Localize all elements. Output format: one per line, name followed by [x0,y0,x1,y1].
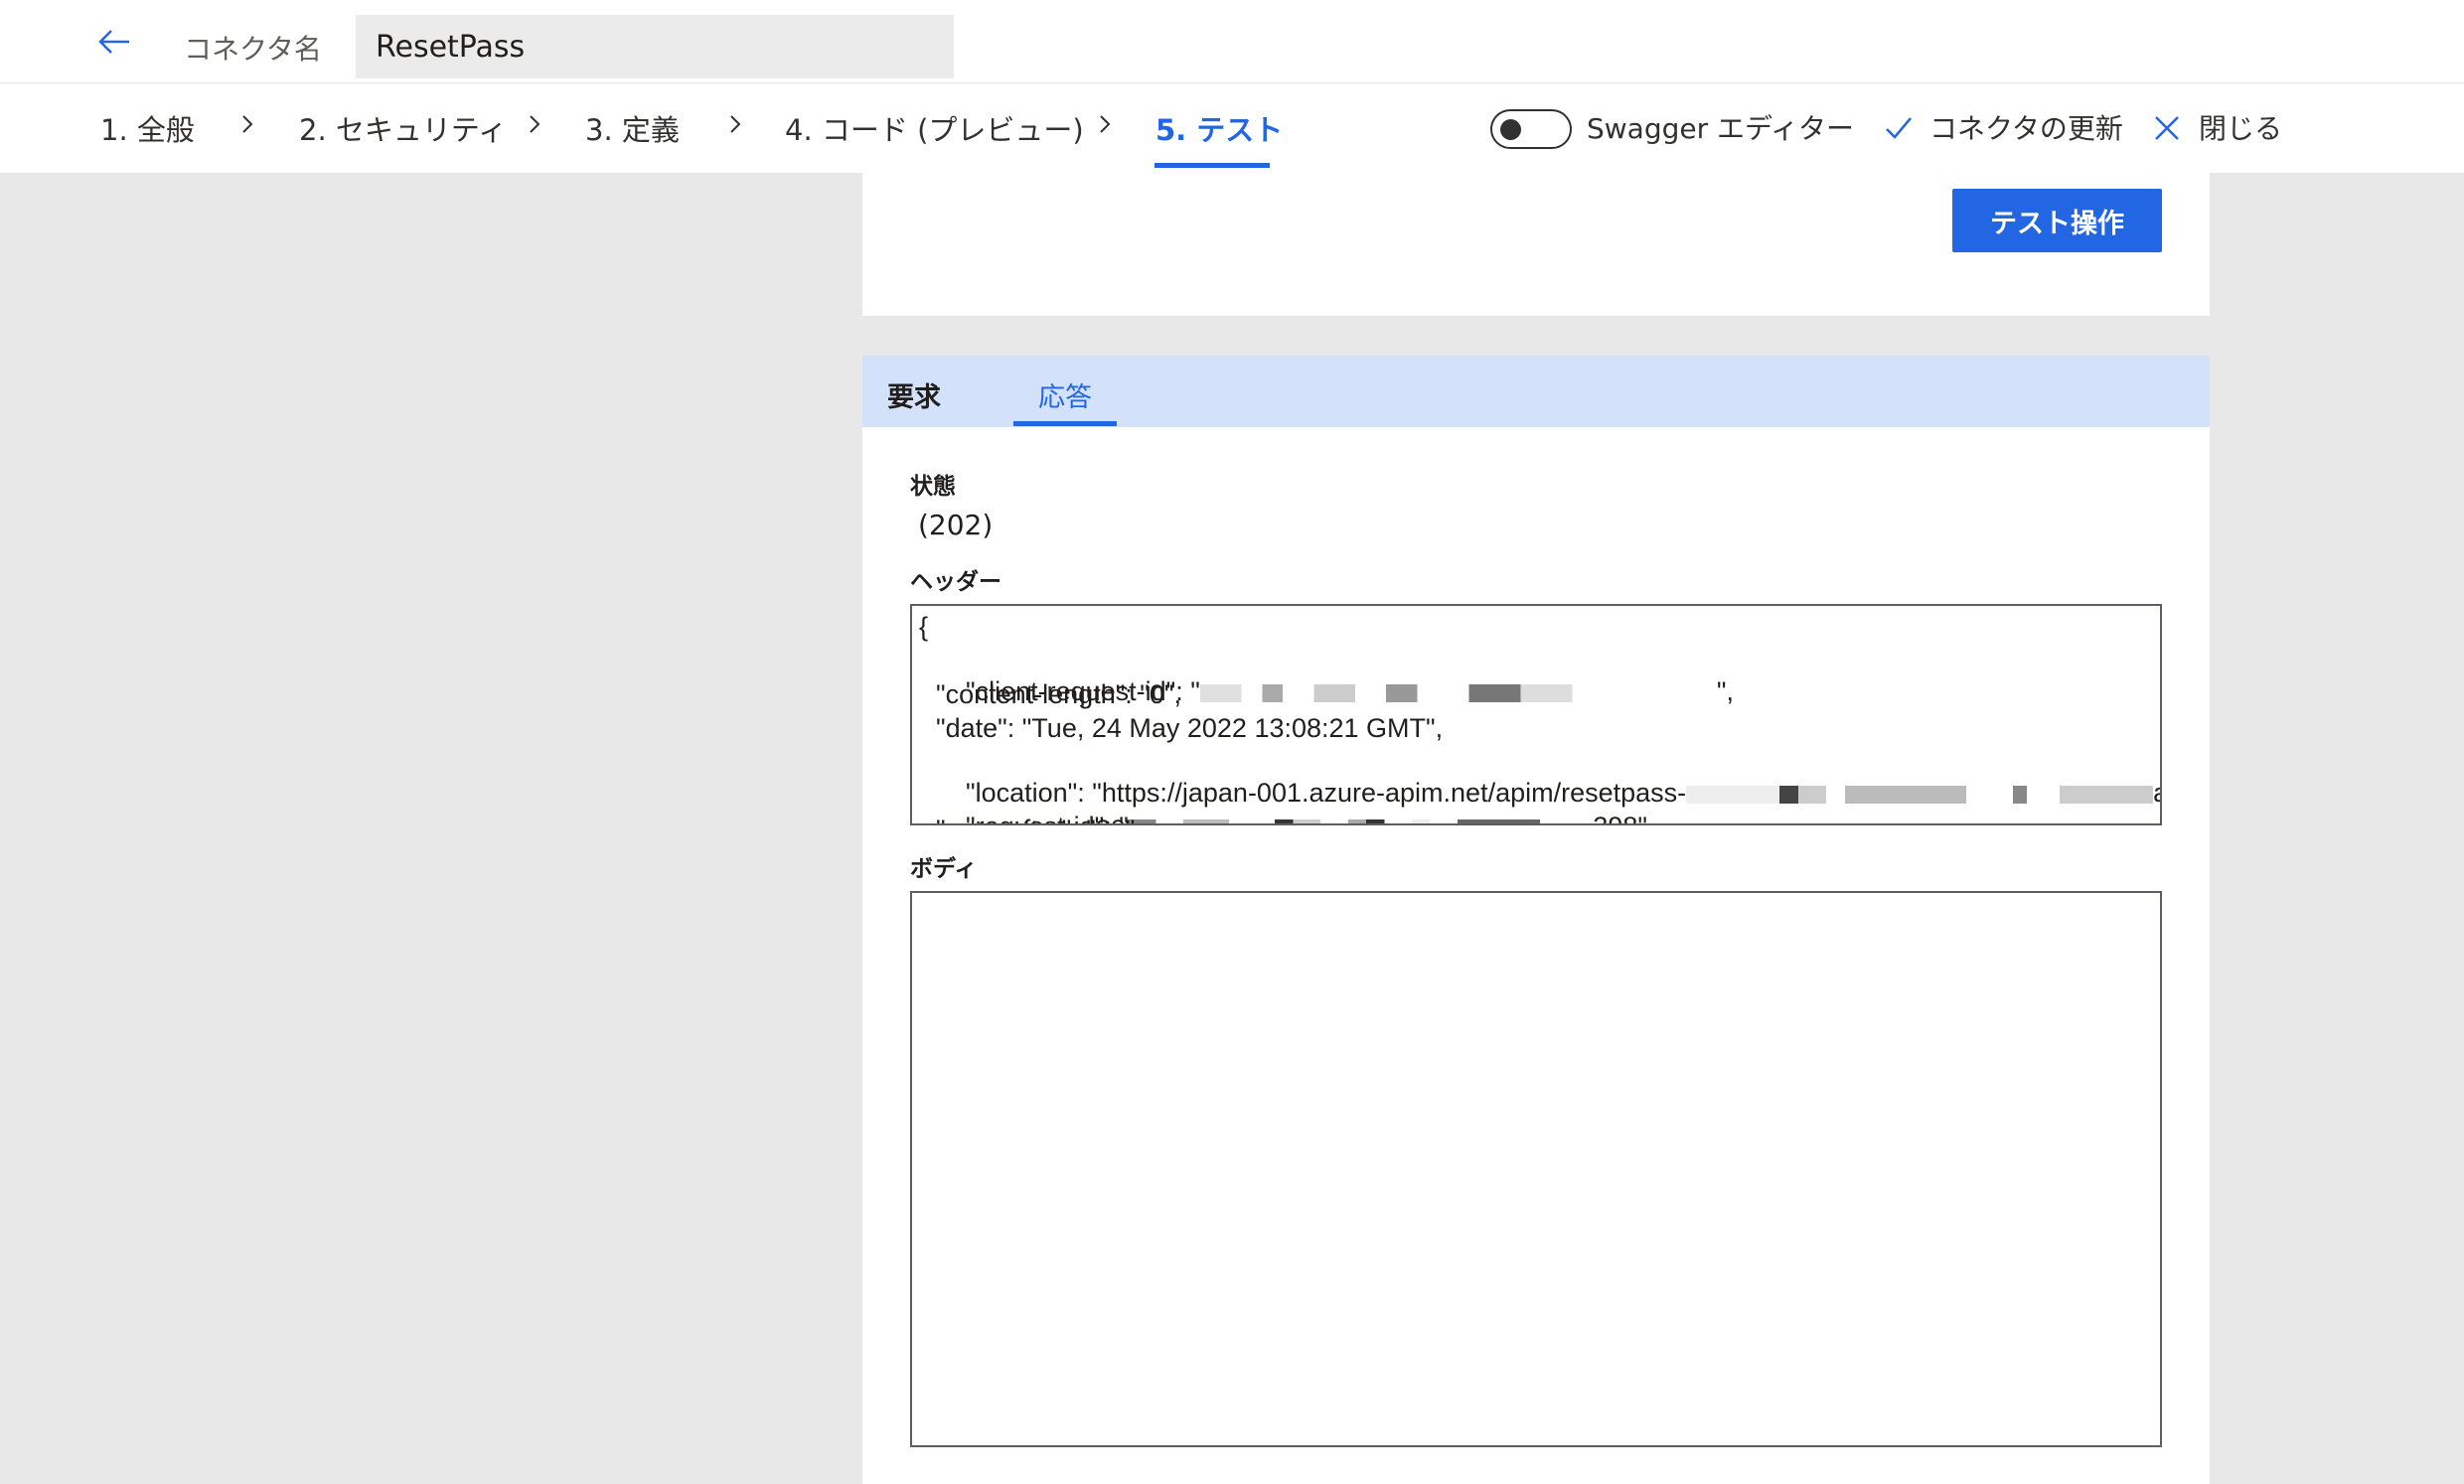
update-connector-button[interactable]: コネクタの更新 [1929,107,2123,147]
step-nav: 1. 全般 2. セキュリティ 3. 定義 4. コード (プレビュー) 5. … [0,83,2464,173]
tab-response[interactable]: 応答 [1038,375,1092,414]
step-security[interactable]: 2. セキュリティ [299,107,507,149]
body-label: ボディ [910,856,978,882]
arrow-left-icon [98,30,129,54]
chevron-right-icon [1100,115,1111,133]
step-general[interactable]: 1. 全般 [100,107,195,149]
top-bar: コネクタ名 [0,0,2464,83]
swagger-editor-toggle[interactable] [1490,109,1572,149]
header-line-date: "date": "Tue, 24 May 2022 13:08:21 GMT", [936,713,1444,743]
headers-label: ヘッダー [910,569,1001,595]
chevron-right-icon [242,115,253,133]
connector-name-input[interactable] [356,15,954,78]
header-line-retry-after: "retry-after": "30" [936,815,1135,823]
header-line-content-length: "content-length": "0", [936,679,1181,709]
test-operation-button[interactable]: テスト操作 [1952,189,2162,252]
swagger-editor-label: Swagger エディター [1587,112,1855,145]
active-step-indicator [1155,163,1270,168]
toggle-knob [1500,119,1521,140]
status-label: 状態 [910,474,956,500]
active-tab-indicator [1013,421,1117,426]
headers-textarea[interactable]: { "client-request-id": " ", "content-leng… [910,604,2162,825]
chevron-right-icon [530,115,540,133]
back-button[interactable] [95,22,135,62]
checkmark-icon [1886,117,1912,139]
status-value: (202) [918,509,994,541]
close-icon [2155,116,2179,140]
tab-request[interactable]: 要求 [887,375,941,414]
body-textarea[interactable] [910,891,2162,1447]
step-definition[interactable]: 3. 定義 [585,107,680,149]
redacted-value [1128,818,1586,823]
step-test[interactable]: 5. テスト [1155,107,1283,149]
connector-name-label: コネクタ名 [184,33,322,66]
redacted-value [1199,683,1717,702]
chevron-right-icon [730,115,741,133]
close-button[interactable]: 閉じる [2199,107,2282,147]
step-code-preview[interactable]: 4. コード (プレビュー) [785,107,1084,149]
redacted-value [1686,785,2154,804]
header-line-open: { [919,612,929,642]
